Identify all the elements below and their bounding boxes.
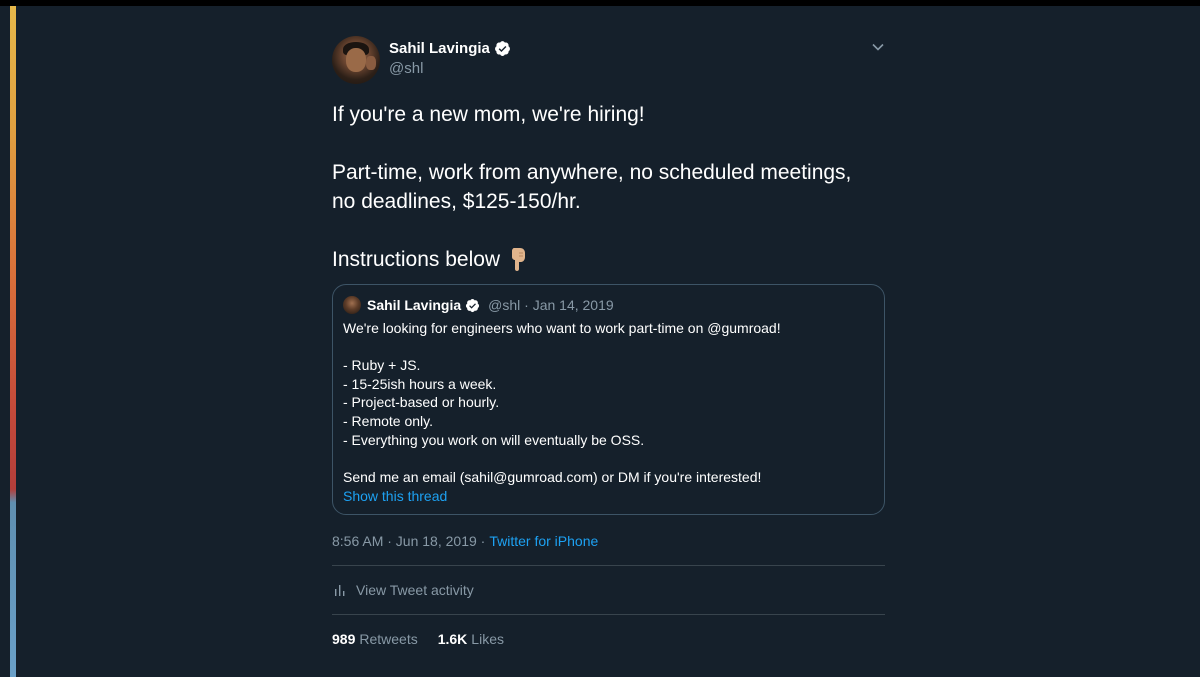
screen: Sahil Lavingia @shl If you're a new mom,… xyxy=(0,0,1200,677)
tweet-time[interactable]: 8:56 AM · Jun 18, 2019 · xyxy=(332,533,485,549)
tweet-text: If you're a new mom, we're hiring! Part-… xyxy=(332,100,885,274)
author-name[interactable]: Sahil Lavingia xyxy=(389,40,490,57)
likes-stat[interactable]: 1.6K Likes xyxy=(438,631,504,647)
tweet-line-with-emoji: Instructions below xyxy=(332,245,885,274)
tweet-line: Part-time, work from anywhere, no schedu… xyxy=(332,161,852,184)
quoted-bullet: - 15-25ish hours a week. xyxy=(343,375,497,392)
retweets-count: 989 xyxy=(332,631,356,648)
retweets-stat[interactable]: 989 Retweets xyxy=(332,631,418,647)
quoted-author-name: Sahil Lavingia xyxy=(367,297,462,313)
quoted-closing: Send me an email (sahil@gumroad.com) or … xyxy=(343,468,762,485)
tweet-line: no deadlines, $125-150/hr. xyxy=(332,190,581,213)
likes-count: 1.6K xyxy=(437,631,468,648)
retweets-label: Retweets xyxy=(359,631,418,648)
likes-label: Likes xyxy=(471,631,504,648)
view-tweet-activity[interactable]: View Tweet activity xyxy=(332,566,885,614)
author-name-row[interactable]: Sahil Lavingia xyxy=(389,40,511,57)
tweet-header: Sahil Lavingia @shl xyxy=(332,36,885,86)
quoted-bullet: - Project-based or hourly. xyxy=(343,394,500,411)
avatar[interactable] xyxy=(332,36,380,84)
tweet-stats: 989 Retweets 1.6K Likes xyxy=(332,615,885,663)
quoted-bullet: - Remote only. xyxy=(343,412,433,429)
quoted-avatar xyxy=(343,296,361,314)
tweet-timestamp: 8:56 AM · Jun 18, 2019 · Twitter for iPh… xyxy=(332,531,885,551)
tweet-line: Instructions below xyxy=(332,248,501,271)
bar-chart-icon xyxy=(335,585,345,597)
quoted-text: We're looking for engineers who want to … xyxy=(343,319,872,486)
left-color-strip xyxy=(10,6,16,677)
quoted-bullet: - Ruby + JS. xyxy=(343,357,421,374)
tweet-card: Sahil Lavingia @shl If you're a new mom,… xyxy=(332,36,885,663)
view-tweet-activity-label: View Tweet activity xyxy=(356,582,474,599)
tweet-source-link[interactable]: Twitter for iPhone xyxy=(489,533,598,549)
quoted-tweet[interactable]: Sahil Lavingia @shl · Jan 14, 2019 We're… xyxy=(332,284,885,516)
show-thread-link[interactable]: Show this thread xyxy=(343,488,872,504)
top-bar xyxy=(0,0,1200,6)
quoted-bullet: - Everything you work on will eventually… xyxy=(343,431,645,448)
tweet-line: If you're a new mom, we're hiring! xyxy=(332,103,645,126)
point-down-emoji-icon xyxy=(512,248,526,271)
verified-badge-icon xyxy=(494,41,510,56)
author-handle[interactable]: @shl xyxy=(389,60,423,77)
quoted-meta: @shl · Jan 14, 2019 xyxy=(488,297,614,313)
verified-badge-icon xyxy=(466,298,480,312)
quoted-tweet-header: Sahil Lavingia @shl · Jan 14, 2019 xyxy=(343,295,872,315)
chevron-down-icon[interactable] xyxy=(871,40,885,54)
quoted-intro: We're looking for engineers who want to … xyxy=(343,320,781,336)
